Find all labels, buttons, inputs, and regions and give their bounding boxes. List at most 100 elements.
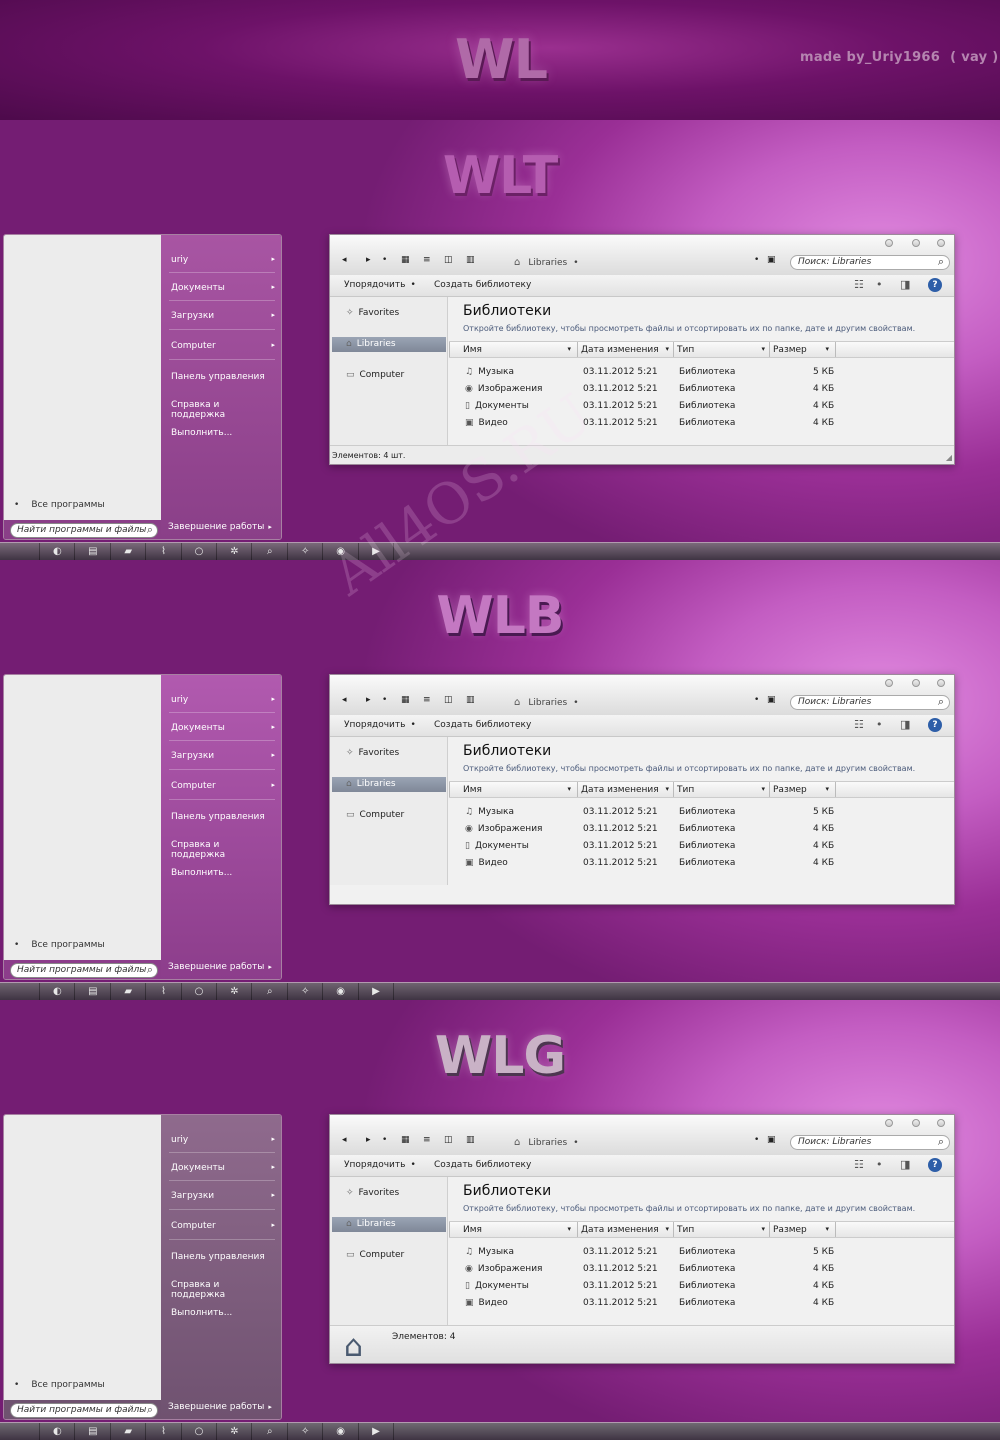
organize-button[interactable]: Упорядочить • <box>344 1160 416 1170</box>
grid-view-icon[interactable]: ▦ <box>401 695 410 705</box>
table-row[interactable]: ♫ Музыка 03.11.2012 5:21 Библиотека 5 КБ <box>449 807 954 823</box>
nav-item-libraries[interactable]: ⌂ Libraries <box>332 337 446 352</box>
refresh-icon[interactable]: ▣ <box>767 255 776 265</box>
all-programs-button[interactable]: • Все программы <box>14 500 105 510</box>
column-divider[interactable] <box>673 782 674 797</box>
shutdown-options-icon[interactable]: ▸ <box>268 1403 272 1411</box>
column-divider[interactable] <box>449 782 450 797</box>
dropdown-icon[interactable]: • <box>754 1135 759 1145</box>
column-header[interactable]: Размер ▾ <box>773 345 833 357</box>
start-menu-item[interactable]: Computer ▸ <box>171 1221 275 1231</box>
search-icon[interactable]: ⌕ <box>253 1423 288 1440</box>
start-menu-item[interactable]: Загрузки ▸ <box>171 1191 275 1201</box>
column-header[interactable]: Тип ▾ <box>677 345 769 357</box>
folder-open-icon[interactable]: ▰ <box>111 543 147 560</box>
star-icon[interactable]: ✧ <box>288 983 324 1000</box>
columns-view-icon[interactable]: ◫ <box>444 1135 453 1145</box>
start-menu-item[interactable]: Панель управления <box>171 812 275 822</box>
folder-icon[interactable]: ▤ <box>76 1423 111 1440</box>
minimize-button[interactable] <box>885 679 893 687</box>
start-menu-item[interactable]: Панель управления <box>171 1252 275 1262</box>
column-divider[interactable] <box>835 1222 836 1237</box>
star-icon[interactable]: ✧ <box>288 543 324 560</box>
refresh-icon[interactable]: ▣ <box>767 1135 776 1145</box>
nav-item-favorites[interactable]: ✧ Favorites <box>346 1188 399 1198</box>
shutdown-button[interactable]: Завершение работы ▸ <box>168 522 272 532</box>
start-menu-item[interactable]: Справка и поддержка <box>171 400 275 420</box>
column-divider[interactable] <box>577 782 578 797</box>
column-dropdown-icon[interactable]: ▾ <box>761 345 765 353</box>
column-dropdown-icon[interactable]: ▾ <box>665 785 669 793</box>
start-menu-item[interactable]: Выполнить... <box>171 428 275 438</box>
start-menu-item[interactable]: Computer ▸ <box>171 341 275 351</box>
breadcrumb-dropdown-icon[interactable]: • <box>573 258 578 268</box>
column-divider[interactable] <box>769 782 770 797</box>
start-search-input[interactable]: Найти программы и файлы ⌕ <box>10 1403 158 1418</box>
column-divider[interactable] <box>577 1222 578 1237</box>
columns-view-icon[interactable]: ◫ <box>444 695 453 705</box>
start-menu-item[interactable]: Панель управления <box>171 372 275 382</box>
column-dropdown-icon[interactable]: ▾ <box>665 1225 669 1233</box>
column-dropdown-icon[interactable]: ▾ <box>825 1225 829 1233</box>
column-divider[interactable] <box>577 342 578 357</box>
minimize-button[interactable] <box>885 1119 893 1127</box>
back-icon[interactable]: ◂ <box>342 1135 347 1145</box>
start-menu-item[interactable]: Справка и поддержка <box>171 1280 275 1300</box>
circle-icon[interactable]: ○ <box>182 983 217 1000</box>
circle-icon[interactable]: ○ <box>182 1423 217 1440</box>
firefox-icon[interactable]: ◐ <box>40 543 76 560</box>
view-dropdown-icon[interactable]: • <box>876 718 883 731</box>
organize-button[interactable]: Упорядочить • <box>344 280 416 290</box>
camera-icon[interactable]: ◉ <box>324 1423 359 1440</box>
dropdown-icon[interactable]: • <box>754 255 759 265</box>
shutdown-options-icon[interactable]: ▸ <box>268 523 272 531</box>
gear-icon[interactable]: ✲ <box>217 1423 253 1440</box>
folder-icon[interactable]: ▤ <box>76 983 111 1000</box>
folder-icon[interactable]: ▤ <box>76 543 111 560</box>
firefox-icon[interactable]: ◐ <box>40 1423 76 1440</box>
dropdown-icon[interactable]: • <box>754 695 759 705</box>
column-header[interactable]: Имя ▾ <box>463 345 575 357</box>
nav-item-computer[interactable]: ▭ Computer <box>346 370 404 380</box>
column-header[interactable]: Тип ▾ <box>677 785 769 797</box>
circle-icon[interactable]: ○ <box>182 543 217 560</box>
shutdown-button[interactable]: Завершение работы ▸ <box>168 962 272 972</box>
folder-open-icon[interactable]: ▰ <box>111 983 147 1000</box>
column-header[interactable]: Размер ▾ <box>773 1225 833 1237</box>
view-dropdown-icon[interactable]: • <box>876 1158 883 1171</box>
column-divider[interactable] <box>449 342 450 357</box>
close-button[interactable] <box>937 679 945 687</box>
preview-pane-icon[interactable]: ◨ <box>900 278 910 291</box>
all-programs-button[interactable]: • Все программы <box>14 1380 105 1390</box>
table-row[interactable]: ▣ Видео 03.11.2012 5:21 Библиотека 4 КБ <box>449 1298 954 1314</box>
close-button[interactable] <box>937 239 945 247</box>
coverflow-view-icon[interactable]: ▥ <box>466 695 475 705</box>
view-options-icon[interactable]: ☷ <box>854 278 864 291</box>
list-view-icon[interactable]: ≡ <box>423 1135 431 1145</box>
forward-icon[interactable]: ▸ <box>366 1135 371 1145</box>
preview-pane-icon[interactable]: ◨ <box>900 1158 910 1171</box>
column-dropdown-icon[interactable]: ▾ <box>567 1225 571 1233</box>
nav-item-computer[interactable]: ▭ Computer <box>346 1250 404 1260</box>
forward-icon[interactable]: ▸ <box>366 695 371 705</box>
pulse-icon[interactable]: ⌇ <box>147 983 182 1000</box>
start-search-input[interactable]: Найти программы и файлы ⌕ <box>10 963 158 978</box>
coverflow-view-icon[interactable]: ▥ <box>466 1135 475 1145</box>
history-dropdown-icon[interactable]: • <box>382 1135 387 1145</box>
firefox-icon[interactable]: ◐ <box>40 983 76 1000</box>
maximize-button[interactable] <box>912 1119 920 1127</box>
breadcrumb-dropdown-icon[interactable]: • <box>573 1138 578 1148</box>
view-dropdown-icon[interactable]: • <box>876 278 883 291</box>
breadcrumb[interactable]: ⌂ Libraries • <box>514 1137 579 1148</box>
table-row[interactable]: ◉ Изображения 03.11.2012 5:21 Библиотека 4 К… <box>449 824 954 840</box>
table-row[interactable]: ♫ Музыка 03.11.2012 5:21 Библиотека 5 КБ <box>449 367 954 383</box>
history-dropdown-icon[interactable]: • <box>382 255 387 265</box>
shutdown-options-icon[interactable]: ▸ <box>268 963 272 971</box>
gear-icon[interactable]: ✲ <box>217 543 253 560</box>
close-button[interactable] <box>937 1119 945 1127</box>
new-library-button[interactable]: Создать библиотеку <box>434 1160 531 1170</box>
start-search-input[interactable]: Найти программы и файлы ⌕ <box>10 523 158 538</box>
pulse-icon[interactable]: ⌇ <box>147 1423 182 1440</box>
breadcrumb[interactable]: ⌂ Libraries • <box>514 257 579 268</box>
columns-view-icon[interactable]: ◫ <box>444 255 453 265</box>
